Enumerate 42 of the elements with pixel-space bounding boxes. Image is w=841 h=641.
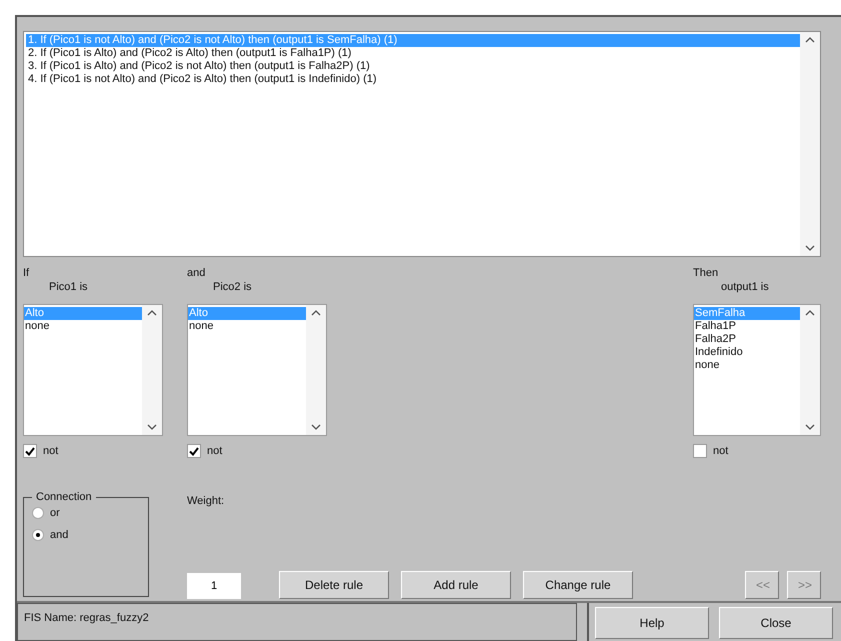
checkbox-label: not bbox=[713, 445, 728, 457]
rule-button[interactable]: Add rule bbox=[401, 571, 511, 599]
scroll-down-icon[interactable] bbox=[311, 423, 321, 431]
not-checkbox[interactable] bbox=[693, 444, 707, 458]
list-item[interactable]: none bbox=[24, 320, 142, 333]
list-item[interactable]: Falha2P bbox=[694, 333, 800, 346]
scroll-down-icon[interactable] bbox=[147, 423, 157, 431]
rule-button[interactable]: Change rule bbox=[523, 571, 633, 599]
not-checkbox[interactable] bbox=[187, 444, 201, 458]
rule-item[interactable]: 3. If (Pico1 is Alto) and (Pico2 is not Alto) then (output1 is Falha2P) (1) bbox=[26, 60, 800, 73]
scroll-up-icon[interactable] bbox=[805, 36, 815, 44]
radio-button[interactable] bbox=[32, 529, 44, 541]
list-item[interactable]: Falha1P bbox=[694, 320, 800, 333]
connective-label: and bbox=[187, 267, 206, 280]
scroll-down-icon[interactable] bbox=[805, 244, 815, 252]
rule-item[interactable]: 2. If (Pico1 is Alto) and (Pico2 is Alto) then (output1 is Falha1P) (1) bbox=[26, 47, 800, 60]
weight-label: Weight: bbox=[187, 495, 226, 507]
status-text: FIS Name: regras_fuzzy2 bbox=[17, 603, 577, 641]
list-item[interactable]: none bbox=[188, 320, 306, 333]
list-item[interactable]: none bbox=[694, 359, 800, 372]
connective-label: Then bbox=[693, 267, 720, 280]
rule-button[interactable]: Delete rule bbox=[279, 571, 389, 599]
group-title: Connection bbox=[35, 491, 93, 503]
radio-label: or bbox=[50, 507, 60, 519]
scroll-down-icon[interactable] bbox=[805, 423, 815, 431]
radio-button[interactable] bbox=[32, 507, 44, 519]
radio-label: and bbox=[50, 529, 68, 541]
scroll-up-icon[interactable] bbox=[147, 309, 157, 317]
weight-field[interactable]: 1 bbox=[187, 573, 241, 599]
not-checkbox[interactable] bbox=[23, 444, 37, 458]
rule-item[interactable]: 4. If (Pico1 is not Alto) and (Pico2 is Alto) then (output1 is Indefinido) (1) bbox=[26, 73, 800, 86]
checkbox-label: not bbox=[43, 445, 58, 457]
scroll-up-icon[interactable] bbox=[311, 309, 321, 317]
variable-label: Pico2 is bbox=[212, 280, 253, 294]
footer-button[interactable]: Close bbox=[719, 607, 833, 639]
footer-button[interactable]: Help bbox=[595, 607, 709, 639]
list-item[interactable]: Indefinido bbox=[694, 346, 800, 359]
variable-label: output1 is bbox=[720, 280, 770, 294]
connective-label: If bbox=[23, 267, 30, 280]
checkbox-label: not bbox=[207, 445, 222, 457]
scroll-up-icon[interactable] bbox=[805, 309, 815, 317]
variable-label: Pico1 is bbox=[48, 280, 89, 294]
